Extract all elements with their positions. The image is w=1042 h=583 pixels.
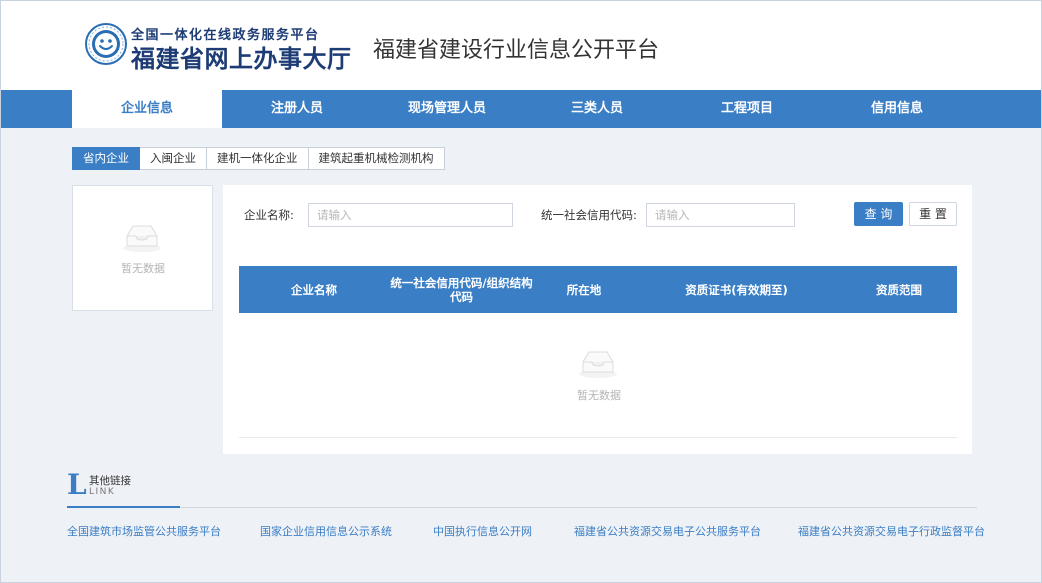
subtab-crane-inspection[interactable]: 建筑起重机械检测机构 [308,147,445,170]
subtab-integrated-machinery[interactable]: 建机一体化企业 [207,147,309,170]
query-button[interactable]: 查 询 [854,202,903,226]
nav-item-credit-info[interactable]: 信用信息 [822,90,972,128]
column-header-credit-code: 统一社会信用代码/组织结构代码 [390,275,533,304]
nav-item-enterprise-info[interactable]: 企业信息 [72,90,222,128]
table-empty-text: 暂无数据 [577,389,621,402]
link-section-divider [67,507,977,508]
column-header-location: 所在地 [566,282,602,297]
credit-code-input[interactable] [646,203,795,227]
column-header-qualification-cert: 资质证书(有效期至) [685,282,788,297]
link-enforcement-info[interactable]: 中国执行信息公开网 [433,523,532,539]
enterprise-subtabs: 省内企业 入闽企业 建机一体化企业 建筑起重机械检测机构 [72,147,445,170]
main-panel: 企业名称: 统一社会信用代码: 查 询 重 置 企业名称 统一社会信用代码/组织… [223,185,972,454]
results-table-header: 企业名称 统一社会信用代码/组织结构代码 所在地 资质证书(有效期至) 资质范围 [239,266,957,313]
column-header-enterprise-name: 企业名称 [291,282,337,297]
link-section-title: 其他链接 [89,475,131,487]
empty-inbox-icon [579,351,617,378]
enterprise-name-input[interactable] [308,203,513,227]
column-header-qualification-scope: 资质范围 [876,282,922,297]
enterprise-name-label: 企业名称: [244,208,294,222]
province-portal-name: 福建省网上办事大厅 [131,44,352,73]
link-section-letter: L [67,468,87,501]
nav-item-registered-personnel[interactable]: 注册人员 [222,90,372,128]
link-section-accent [67,506,180,508]
link-section-subtitle: LINK [89,487,116,497]
credit-code-label: 统一社会信用代码: [541,208,637,222]
main-nav: 企业信息 注册人员 现场管理人员 三类人员 工程项目 信用信息 [1,90,1041,128]
link-national-construction-market[interactable]: 全国建筑市场监管公共服务平台 [67,523,221,539]
link-public-resource-supervision[interactable]: 福建省公共资源交易电子行政监督平台 [798,523,985,539]
link-public-resource-service[interactable]: 福建省公共资源交易电子公共服务平台 [574,523,761,539]
smiley-emblem-icon [85,23,127,65]
link-enterprise-credit-system[interactable]: 国家企业信用信息公示系统 [260,523,392,539]
header: 全国一体化在线政务服务平台 福建省网上办事大厅 福建省建设行业信息公开平台 [1,1,1041,90]
reset-button[interactable]: 重 置 [909,202,957,226]
nav-item-three-categories[interactable]: 三类人员 [522,90,672,128]
subtab-entering-fujian[interactable]: 入闽企业 [140,147,207,170]
nav-item-site-managers[interactable]: 现场管理人员 [372,90,522,128]
empty-inbox-icon [123,225,161,252]
left-filter-panel: 暂无数据 [72,185,213,311]
empty-text: 暂无数据 [121,262,165,275]
platform-title: 福建省建设行业信息公开平台 [373,38,660,63]
subtab-in-province[interactable]: 省内企业 [72,147,140,170]
nav-item-projects[interactable]: 工程项目 [672,90,822,128]
table-bottom-divider [239,437,957,438]
